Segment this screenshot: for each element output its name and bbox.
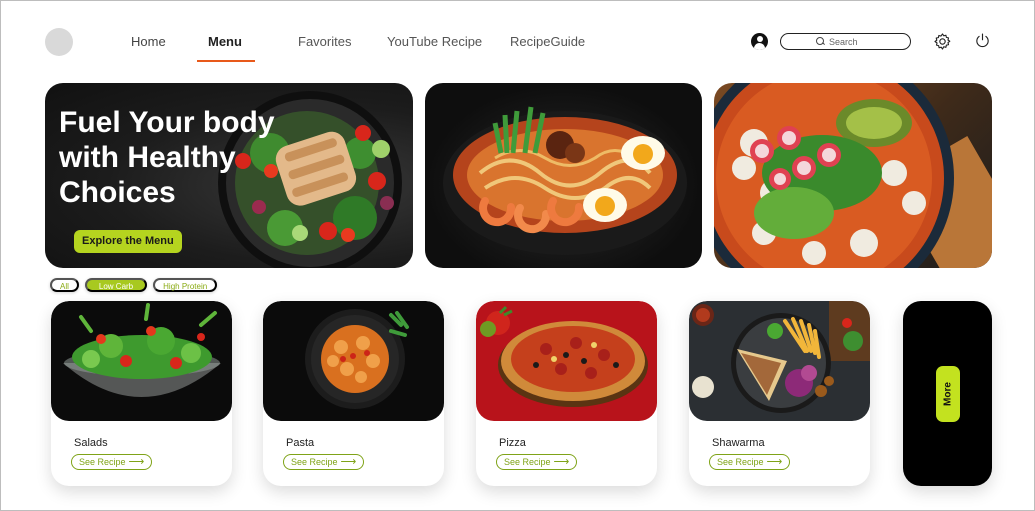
- arrow-right-icon: ⟶: [553, 456, 570, 468]
- more-label: More: [942, 382, 954, 406]
- recipe-card-shawarma[interactable]: Shawarma See Recipe ⟶: [689, 301, 870, 486]
- nav-item-recipe-guide[interactable]: RecipeGuide: [510, 34, 585, 49]
- see-recipe-button[interactable]: See Recipe ⟶: [283, 454, 365, 470]
- pasta-image: [263, 301, 444, 421]
- see-recipe-button[interactable]: See Recipe ⟶: [496, 454, 578, 470]
- arrow-right-icon: ⟶: [340, 456, 357, 468]
- filter-chips: All Low Carb High Protein: [50, 278, 218, 292]
- see-recipe-label: See Recipe: [79, 457, 126, 467]
- pizza-image: [476, 301, 657, 421]
- recipe-card-salads[interactable]: Salads See Recipe ⟶: [51, 301, 232, 486]
- nav-item-youtube-recipe[interactable]: YouTube Recipe: [387, 34, 482, 49]
- app-window: Home Menu Favorites YouTube Recipe Recip…: [0, 0, 1035, 511]
- see-recipe-label: See Recipe: [504, 457, 551, 467]
- recipe-card-pizza[interactable]: Pizza See Recipe ⟶: [476, 301, 657, 486]
- nav-item-home[interactable]: Home: [131, 34, 166, 49]
- more-card: More: [903, 301, 992, 486]
- card-title: Salads: [74, 437, 108, 449]
- see-recipe-label: See Recipe: [291, 457, 338, 467]
- active-nav-indicator: [197, 60, 255, 62]
- more-button[interactable]: More: [936, 366, 960, 422]
- ramen-image: [425, 83, 702, 268]
- salad-image: [51, 301, 232, 421]
- arrow-right-icon: ⟶: [128, 456, 145, 468]
- search-icon: [816, 37, 825, 46]
- filter-all[interactable]: All: [50, 278, 79, 292]
- filter-high-protein[interactable]: High Protein: [153, 278, 218, 292]
- see-recipe-label: See Recipe: [717, 457, 764, 467]
- recipe-card-pasta[interactable]: Pasta See Recipe ⟶: [263, 301, 444, 486]
- gear-icon[interactable]: [933, 32, 952, 51]
- nav-item-menu[interactable]: Menu: [208, 34, 242, 49]
- soup-image: [714, 83, 992, 268]
- search-bar[interactable]: [780, 33, 911, 50]
- shawarma-image: [689, 301, 870, 421]
- filter-low-carb[interactable]: Low Carb: [84, 278, 148, 292]
- user-icon[interactable]: [751, 33, 768, 50]
- card-title: Pizza: [499, 437, 526, 449]
- power-icon[interactable]: [974, 32, 991, 49]
- search-input[interactable]: [829, 36, 875, 47]
- card-title: Shawarma: [712, 437, 765, 449]
- see-recipe-button[interactable]: See Recipe ⟶: [709, 454, 791, 470]
- hero-banner: Fuel Your body with Healthy Choices Expl…: [45, 83, 413, 268]
- arrow-right-icon: ⟶: [766, 456, 783, 468]
- see-recipe-button[interactable]: See Recipe ⟶: [71, 454, 153, 470]
- card-title: Pasta: [286, 437, 315, 449]
- explore-menu-button[interactable]: Explore the Menu: [74, 230, 182, 253]
- nav-item-favorites[interactable]: Favorites: [298, 34, 351, 49]
- hero-title: Fuel Your body with Healthy Choices: [59, 106, 275, 209]
